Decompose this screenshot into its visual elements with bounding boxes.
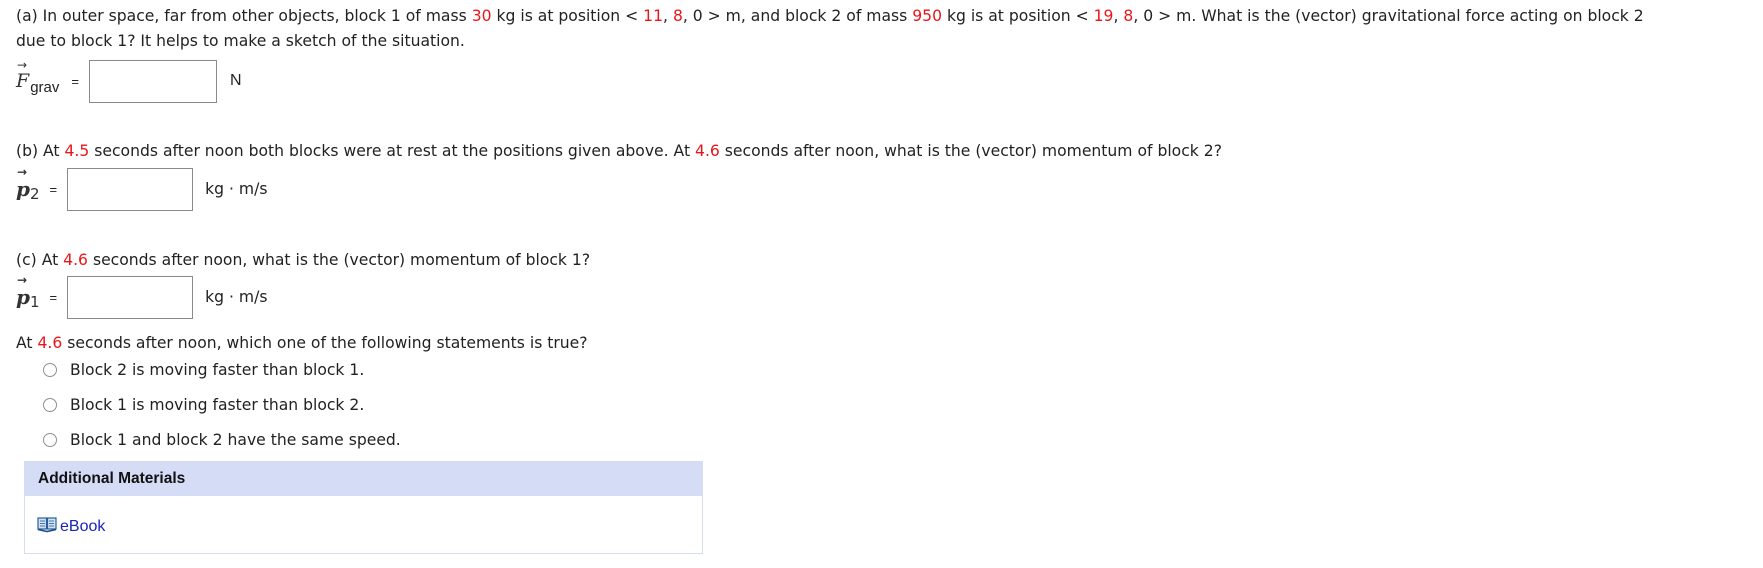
given-value: 8 [672, 7, 683, 25]
text: , 0 > m. What is the (vector) gravitatio… [1133, 7, 1644, 25]
text: , [1113, 7, 1124, 25]
statement-question: At 4.6 seconds after noon, which one of … [16, 331, 588, 356]
radio-option-label[interactable]: Block 1 and block 2 have the same speed. [70, 431, 401, 449]
text: seconds after noon, what is the (vector)… [719, 142, 1222, 160]
text: At [16, 334, 38, 352]
given-value: 11 [643, 7, 664, 25]
part-a-line-1: (a) In outer space, far from other objec… [16, 4, 1644, 29]
text: , [663, 7, 673, 25]
unit-label: N [229, 72, 242, 89]
radio-option[interactable]: Block 1 and block 2 have the same speed. [43, 428, 401, 452]
part-a-line-2: due to block 1? It helps to make a sketc… [16, 32, 465, 50]
additional-materials-panel: Additional Materials eBook [24, 461, 703, 554]
momentum-block1-input[interactable] [67, 275, 194, 319]
equals-sign: = [49, 181, 58, 197]
time-value: 4.6 [37, 334, 63, 352]
momentum-block2-input[interactable] [67, 167, 194, 211]
text: (c) At [16, 251, 64, 269]
part-b-answer-row: → p2 = kg · m/s [16, 165, 268, 211]
unit-label: kg · m/s [205, 180, 268, 198]
symbol-letter: F [16, 70, 30, 92]
text: , 0 > m, and block 2 of mass [682, 7, 913, 25]
given-value: 30 [471, 7, 492, 25]
radio-button[interactable] [43, 363, 57, 377]
given-value: 19 [1093, 7, 1114, 25]
equals-sign: = [49, 289, 58, 305]
part-c-question: (c) At 4.6 seconds after noon, what is t… [16, 248, 590, 273]
text: seconds after noon, which one of the fol… [62, 334, 588, 352]
additional-materials-title: Additional Materials [25, 462, 702, 496]
time-value: 4.6 [695, 142, 720, 160]
ebook-link[interactable]: eBook [37, 516, 105, 538]
vector-arrow-icon: → [17, 165, 28, 179]
text: (b) At [16, 142, 65, 160]
momentum-vector-symbol: → p2 [16, 165, 40, 203]
text: kg is at position < [942, 7, 1094, 25]
vector-arrow-icon: → [17, 58, 28, 72]
symbol-subscript: 1 [29, 293, 40, 311]
radio-option[interactable]: Block 1 is moving faster than block 2. [43, 393, 364, 417]
momentum-vector-symbol: → p1 [16, 273, 40, 311]
radio-option-label[interactable]: Block 1 is moving faster than block 2. [70, 396, 364, 414]
force-answer-input[interactable] [88, 59, 217, 103]
radio-option-label[interactable]: Block 2 is moving faster than block 1. [70, 361, 364, 379]
symbol-subscript: grav [30, 78, 60, 96]
vector-arrow-icon: → [17, 273, 28, 287]
ebook-link-label[interactable]: eBook [60, 518, 105, 536]
radio-option[interactable]: Block 2 is moving faster than block 1. [43, 358, 364, 382]
text: kg is at position < [491, 7, 644, 25]
symbol-letter: p [16, 177, 30, 201]
time-value: 4.6 [63, 251, 88, 269]
radio-button[interactable] [43, 433, 57, 447]
part-b-question: (b) At 4.5 seconds after noon both block… [16, 139, 1222, 164]
time-value: 4.5 [64, 142, 90, 160]
unit-label: kg · m/s [205, 288, 268, 306]
text: seconds after noon both blocks were at r… [89, 142, 696, 160]
part-c-answer-row: → p1 = kg · m/s [16, 273, 268, 319]
text: (a) In outer space, far from other objec… [16, 7, 472, 25]
given-value: 950 [912, 7, 942, 25]
equals-sign: = [71, 73, 79, 89]
part-a-question: (a) In outer space, far from other objec… [16, 4, 1644, 54]
symbol-subscript: 2 [29, 185, 40, 203]
force-vector-symbol: → F [16, 58, 30, 92]
part-a-answer-row: → F grav = N [16, 58, 242, 103]
symbol-letter: p [16, 285, 30, 309]
radio-button[interactable] [43, 398, 57, 412]
given-value: 8 [1123, 7, 1134, 25]
book-icon [37, 516, 57, 538]
text: seconds after noon, what is the (vector)… [87, 251, 591, 269]
